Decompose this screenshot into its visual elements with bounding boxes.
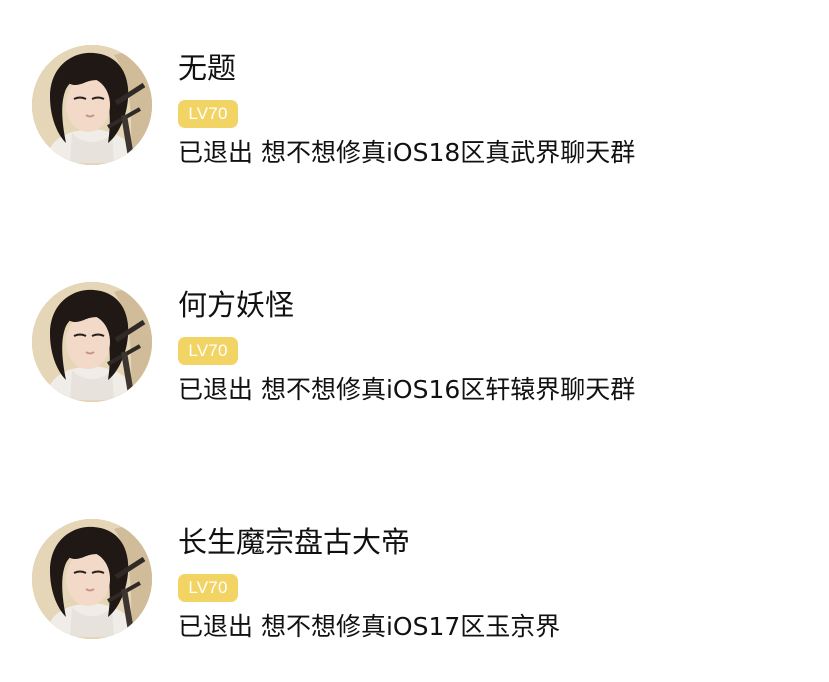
avatar[interactable] bbox=[32, 45, 152, 165]
list-item[interactable]: 何方妖怪 LV70 已退出 想不想修真iOS16区轩辕界聊天群 bbox=[0, 279, 829, 419]
contact-name: 长生魔宗盘古大帝 bbox=[178, 525, 411, 559]
avatar-portrait-icon bbox=[32, 282, 152, 402]
level-badge: LV70 bbox=[178, 100, 238, 128]
contact-list: 无题 LV70 已退出 想不想修真iOS18区真武界聊天群 何方妖怪 LV70 … bbox=[0, 0, 829, 682]
contact-name: 何方妖怪 bbox=[178, 288, 295, 322]
list-item[interactable]: 无题 LV70 已退出 想不想修真iOS18区真武界聊天群 bbox=[0, 42, 829, 182]
status-text: 已退出 想不想修真iOS17区玉京界 bbox=[178, 612, 561, 641]
avatar-portrait-icon bbox=[32, 519, 152, 639]
status-text: 已退出 想不想修真iOS16区轩辕界聊天群 bbox=[178, 375, 636, 404]
level-badge: LV70 bbox=[178, 574, 238, 602]
level-badge: LV70 bbox=[178, 337, 238, 365]
contact-name: 无题 bbox=[178, 51, 237, 85]
status-text: 已退出 想不想修真iOS18区真武界聊天群 bbox=[178, 138, 636, 167]
avatar-portrait-icon bbox=[32, 45, 152, 165]
list-item[interactable]: 长生魔宗盘古大帝 LV70 已退出 想不想修真iOS17区玉京界 bbox=[0, 516, 829, 656]
avatar[interactable] bbox=[32, 519, 152, 639]
avatar[interactable] bbox=[32, 282, 152, 402]
